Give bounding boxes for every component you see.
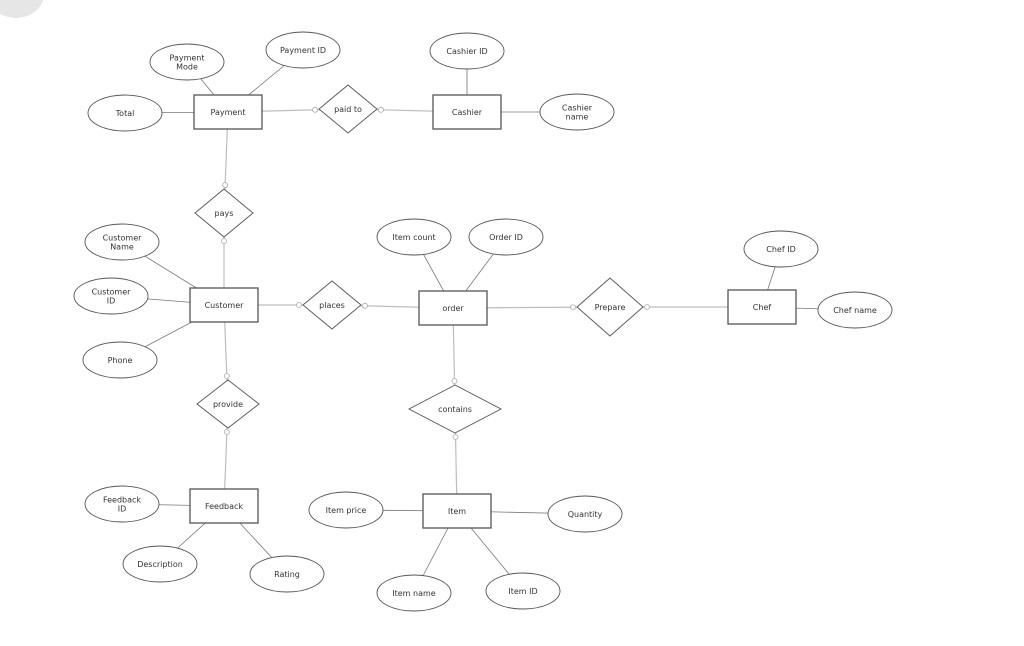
attribute-item-price[interactable]: Item price (308, 491, 384, 529)
label: Cashier name (562, 104, 593, 122)
entity-cashier[interactable]: Cashier (432, 94, 502, 130)
cardinality-marker (362, 302, 368, 309)
er-diagram: Payment Mode Payment ID Total Cashier ID Cash… (73, 31, 893, 612)
label: Cashier ID (446, 47, 487, 56)
attribute-rating[interactable]: Rating (249, 555, 325, 593)
label: Chef ID (766, 245, 795, 254)
label: Item count (392, 233, 435, 242)
entity-item[interactable]: Item (422, 493, 492, 529)
attribute-cashier-name[interactable]: Cashier name (539, 93, 615, 131)
label: places (319, 301, 345, 310)
attribute-phone[interactable]: Phone (82, 341, 158, 379)
label: Item (448, 507, 466, 516)
attribute-chef-name[interactable]: Chef name (817, 291, 893, 329)
attribute-quantity[interactable]: Quantity (547, 495, 623, 533)
attribute-cashier-id[interactable]: Cashier ID (429, 32, 505, 70)
cardinality-marker (222, 182, 229, 188)
relationship-prepare[interactable]: Prepare (576, 277, 644, 337)
cardinality-marker (224, 429, 230, 435)
attribute-description[interactable]: Description (122, 545, 198, 583)
attribute-customer-name[interactable]: Customer Name (84, 223, 160, 261)
cardinality-marker (221, 238, 227, 244)
cardinality-marker (570, 304, 576, 311)
attribute-chef-id[interactable]: Chef ID (743, 230, 819, 268)
label: Customer (205, 301, 245, 310)
cardinality-marker (312, 106, 318, 113)
attribute-item-name[interactable]: Item name (376, 574, 452, 612)
cardinality-marker (378, 106, 384, 113)
entity-order[interactable]: order (418, 290, 488, 326)
label: order (442, 304, 464, 313)
relationship-contains[interactable]: contains (408, 384, 502, 434)
label: pays (215, 209, 234, 218)
attribute-customer-id[interactable]: Customer ID (73, 277, 149, 315)
label: Payment ID (280, 46, 326, 55)
label: Description (137, 560, 183, 569)
label: paid to (334, 105, 362, 114)
relationship-places[interactable]: places (302, 280, 362, 330)
entity-feedback[interactable]: Feedback (189, 488, 259, 524)
label: Order ID (489, 233, 523, 242)
label: Item price (326, 506, 367, 515)
label: Chef (753, 303, 772, 312)
attribute-total[interactable]: Total (87, 94, 163, 132)
cardinality-marker (296, 302, 302, 308)
entity-payment[interactable]: Payment (193, 94, 263, 130)
label: Total (115, 109, 135, 118)
label: Payment (210, 108, 245, 117)
attribute-item-id[interactable]: Item ID (485, 572, 561, 610)
label: Phone (108, 356, 133, 365)
cardinality-marker (451, 378, 458, 384)
attribute-item-count[interactable]: Item count (376, 218, 452, 256)
relationship-paid-to[interactable]: paid to (318, 84, 378, 134)
label: provide (213, 400, 243, 409)
entity-chef[interactable]: Chef (727, 289, 797, 325)
label: Item name (392, 589, 436, 598)
attribute-payment-mode[interactable]: Payment Mode (149, 43, 225, 81)
relationship-provide[interactable]: provide (196, 379, 260, 429)
attribute-payment-id[interactable]: Payment ID (265, 31, 341, 69)
label: Feedback (205, 502, 243, 511)
label: contains (438, 405, 472, 414)
label: Chef name (833, 306, 877, 315)
label: Quantity (568, 510, 603, 519)
label: Rating (274, 570, 300, 579)
relationship-pays[interactable]: pays (194, 188, 254, 238)
attribute-order-id[interactable]: Order ID (468, 218, 544, 256)
attribute-feedback-id[interactable]: Feedback ID (84, 485, 160, 523)
cardinality-marker (452, 434, 459, 440)
cardinality-marker (223, 373, 230, 379)
label: Cashier (452, 108, 483, 117)
entity-customer[interactable]: Customer (189, 287, 259, 323)
label: Item ID (508, 587, 537, 596)
label: Prepare (595, 303, 626, 312)
cardinality-marker (644, 304, 650, 310)
